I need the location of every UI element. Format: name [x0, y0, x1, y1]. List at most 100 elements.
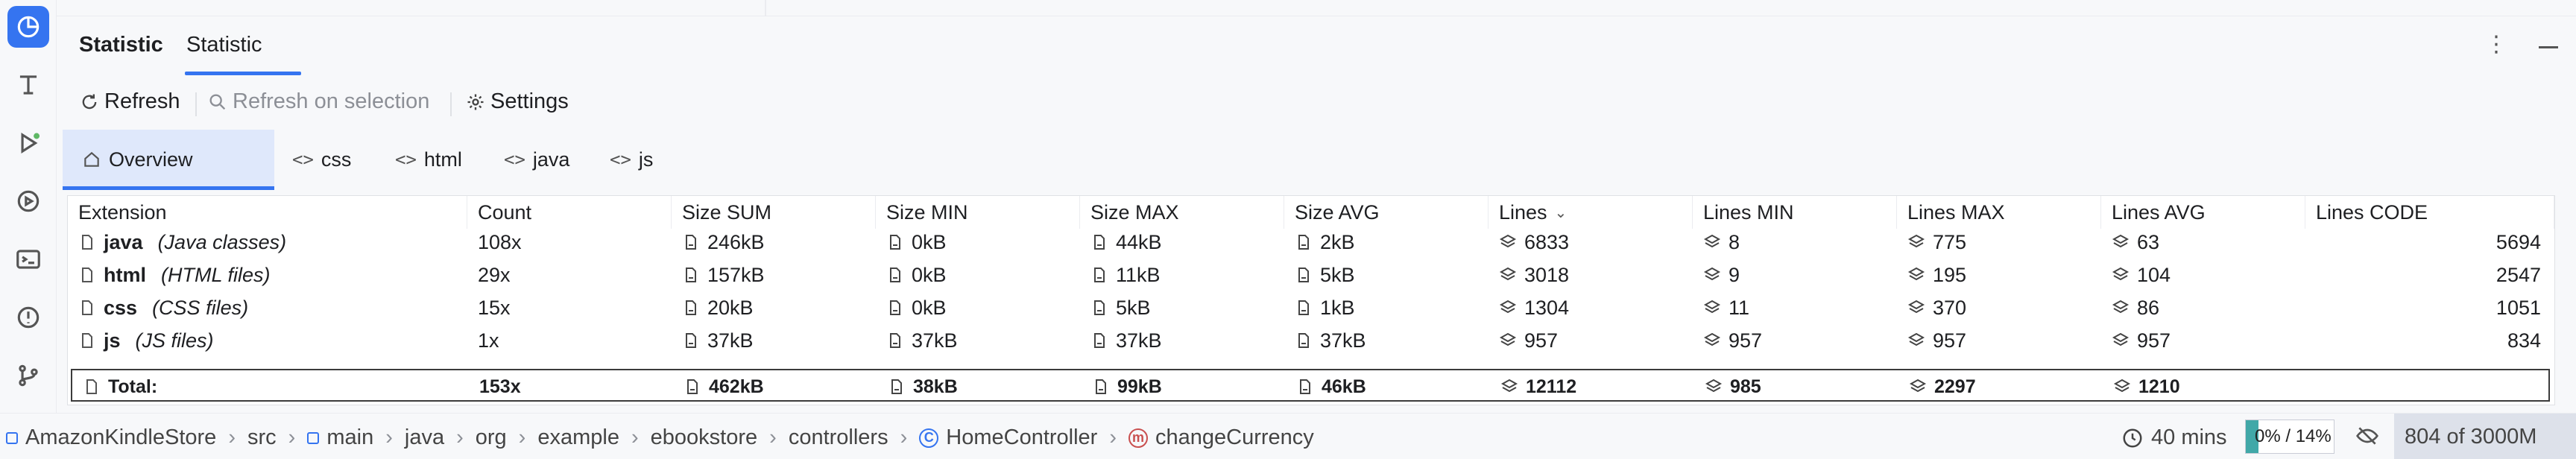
- column-header-size-max[interactable]: Size MAX: [1080, 196, 1284, 229]
- chevron-right-icon: ›: [518, 425, 526, 449]
- services-icon[interactable]: [7, 180, 49, 222]
- minimize-icon[interactable]: [2539, 46, 2558, 48]
- total-lines-max: 2297: [1898, 370, 2103, 403]
- size-min-cell: 37kB: [876, 326, 1080, 355]
- tab-js[interactable]: <> js: [602, 130, 660, 189]
- lines-max-cell: 195: [1897, 260, 2101, 290]
- column-header-size-min[interactable]: Size MIN: [876, 196, 1080, 229]
- column-header-lines[interactable]: Lines ⌄: [1489, 196, 1693, 229]
- memory-indicator[interactable]: 0% / 14%: [2245, 420, 2334, 454]
- cell-value: 775: [1933, 230, 1967, 253]
- column-header-size-sum[interactable]: Size SUM: [672, 196, 876, 229]
- cell-value: 1051: [2496, 296, 2541, 319]
- extension-desc: (JS files): [135, 329, 214, 352]
- cell-value: 104: [2137, 263, 2171, 286]
- breadcrumb-item[interactable]: main: [326, 425, 373, 450]
- lines-min-cell: 957: [1693, 326, 1897, 355]
- breadcrumb-item[interactable]: controllers: [789, 425, 888, 450]
- settings-button[interactable]: Settings: [465, 89, 569, 114]
- size-min-cell: 0kB: [876, 260, 1080, 290]
- table-row[interactable]: java (Java classes) 108x 246kB 0kB 44kB 2kB 683…: [68, 227, 2554, 257]
- lines-min-cell: 11: [1693, 293, 1897, 323]
- hidden-eye-icon[interactable]: [2355, 424, 2379, 448]
- breadcrumb-item[interactable]: example: [537, 425, 619, 450]
- tab-statistic[interactable]: Statistic: [186, 33, 262, 57]
- size-max-cell: 44kB: [1080, 227, 1284, 257]
- tab-css[interactable]: <> css: [285, 130, 359, 189]
- lines-avg-cell: 104: [2101, 260, 2305, 290]
- lines-icon: [1499, 267, 1517, 281]
- tab-java[interactable]: <> java: [496, 130, 577, 189]
- table-row[interactable]: html (HTML files) 29x 157kB 0kB 11kB 5kB 3018 9 1…: [68, 260, 2554, 290]
- lines-icon: [2112, 300, 2130, 314]
- column-header-count[interactable]: Count: [467, 196, 672, 229]
- more-options-icon[interactable]: ⋮: [2485, 31, 2507, 57]
- size-icon: [1298, 300, 1309, 315]
- search-icon: [209, 93, 226, 110]
- cell-value: 6833: [1524, 230, 1570, 253]
- column-header-extension[interactable]: Extension: [68, 196, 467, 229]
- cell-value: 195: [1933, 263, 1967, 286]
- lines-min-cell: 9: [1693, 260, 1897, 290]
- structure-icon[interactable]: [7, 64, 49, 106]
- breadcrumb-item[interactable]: changeCurrency: [1155, 425, 1314, 450]
- lines-icon: [1907, 267, 1925, 281]
- statistic-icon[interactable]: [7, 6, 49, 48]
- size-icon: [890, 300, 900, 315]
- breadcrumb-item[interactable]: org: [476, 425, 507, 450]
- column-header-size-avg[interactable]: Size AVG: [1284, 196, 1489, 229]
- size-icon: [686, 300, 696, 315]
- heap-indicator[interactable]: 804 of 3000M: [2394, 414, 2576, 459]
- tab-overview[interactable]: Overview: [63, 130, 274, 189]
- time-tracker[interactable]: 40 mins: [2121, 425, 2227, 450]
- breadcrumb-item[interactable]: java: [405, 425, 444, 450]
- size-icon: [1298, 235, 1309, 250]
- size-icon: [1094, 268, 1105, 282]
- size-icon: [890, 333, 900, 348]
- refresh-icon: [82, 94, 97, 109]
- run-icon[interactable]: [7, 122, 49, 164]
- breadcrumb-item[interactable]: ebookstore: [651, 425, 758, 450]
- column-header-lines-min[interactable]: Lines MIN: [1693, 196, 1897, 229]
- statistic-table: Extension Count Size SUM Size MIN Size M…: [67, 195, 2555, 405]
- cell-value: 29x: [478, 263, 511, 286]
- cell-value: 5kB: [1116, 296, 1151, 319]
- breadcrumb-item[interactable]: src: [247, 425, 277, 450]
- extension-cell: java (Java classes): [68, 227, 467, 257]
- cell-value: 0kB: [912, 263, 947, 286]
- cell-value: 957: [1524, 329, 1559, 352]
- total-size-sum-value: 462kB: [709, 376, 764, 397]
- git-icon[interactable]: [7, 355, 49, 396]
- code-icon: <>: [504, 149, 525, 170]
- tab-underline: [185, 72, 301, 75]
- total-size-max-value: 99kB: [1117, 376, 1162, 397]
- total-lines-avg-value: 1210: [2138, 376, 2180, 397]
- column-header-lines-max[interactable]: Lines MAX: [1897, 196, 2101, 229]
- lines-icon: [1703, 234, 1721, 248]
- size-sum-cell: 246kB: [672, 227, 876, 257]
- column-header-lines-avg[interactable]: Lines AVG: [2101, 196, 2305, 229]
- cell-value: 0kB: [912, 296, 947, 319]
- breadcrumb-item[interactable]: HomeController: [946, 425, 1097, 450]
- size-icon: [1094, 300, 1105, 315]
- problems-icon[interactable]: [7, 297, 49, 338]
- size-max-cell: 11kB: [1080, 260, 1284, 290]
- total-lines: 12112: [1490, 370, 1694, 403]
- size-sum-cell: 20kB: [672, 293, 876, 323]
- class-icon: C: [919, 428, 939, 448]
- tab-html[interactable]: <> html: [388, 130, 470, 189]
- table-row[interactable]: css (CSS files) 15x 20kB 0kB 5kB 1kB 1304 11 370 8…: [68, 293, 2554, 323]
- lines-cell: 3018: [1489, 260, 1693, 290]
- refresh-button[interactable]: Refresh: [79, 89, 180, 114]
- size-icon: [686, 235, 696, 250]
- file-icon: [82, 268, 92, 282]
- table-row[interactable]: js (JS files) 1x 37kB 37kB 37kB 37kB 957 957 957 9…: [68, 326, 2554, 355]
- lines-cell: 1304: [1489, 293, 1693, 323]
- breadcrumb-item[interactable]: AmazonKindleStore: [25, 425, 216, 450]
- terminal-icon[interactable]: [7, 238, 49, 280]
- extension-desc: (HTML files): [161, 263, 271, 286]
- extension-name: html: [104, 263, 146, 286]
- refresh-on-selection-button[interactable]: Refresh on selection: [207, 89, 429, 114]
- column-header-lines-code[interactable]: Lines CODE: [2305, 196, 2554, 229]
- cell-value: 957: [1729, 329, 1763, 352]
